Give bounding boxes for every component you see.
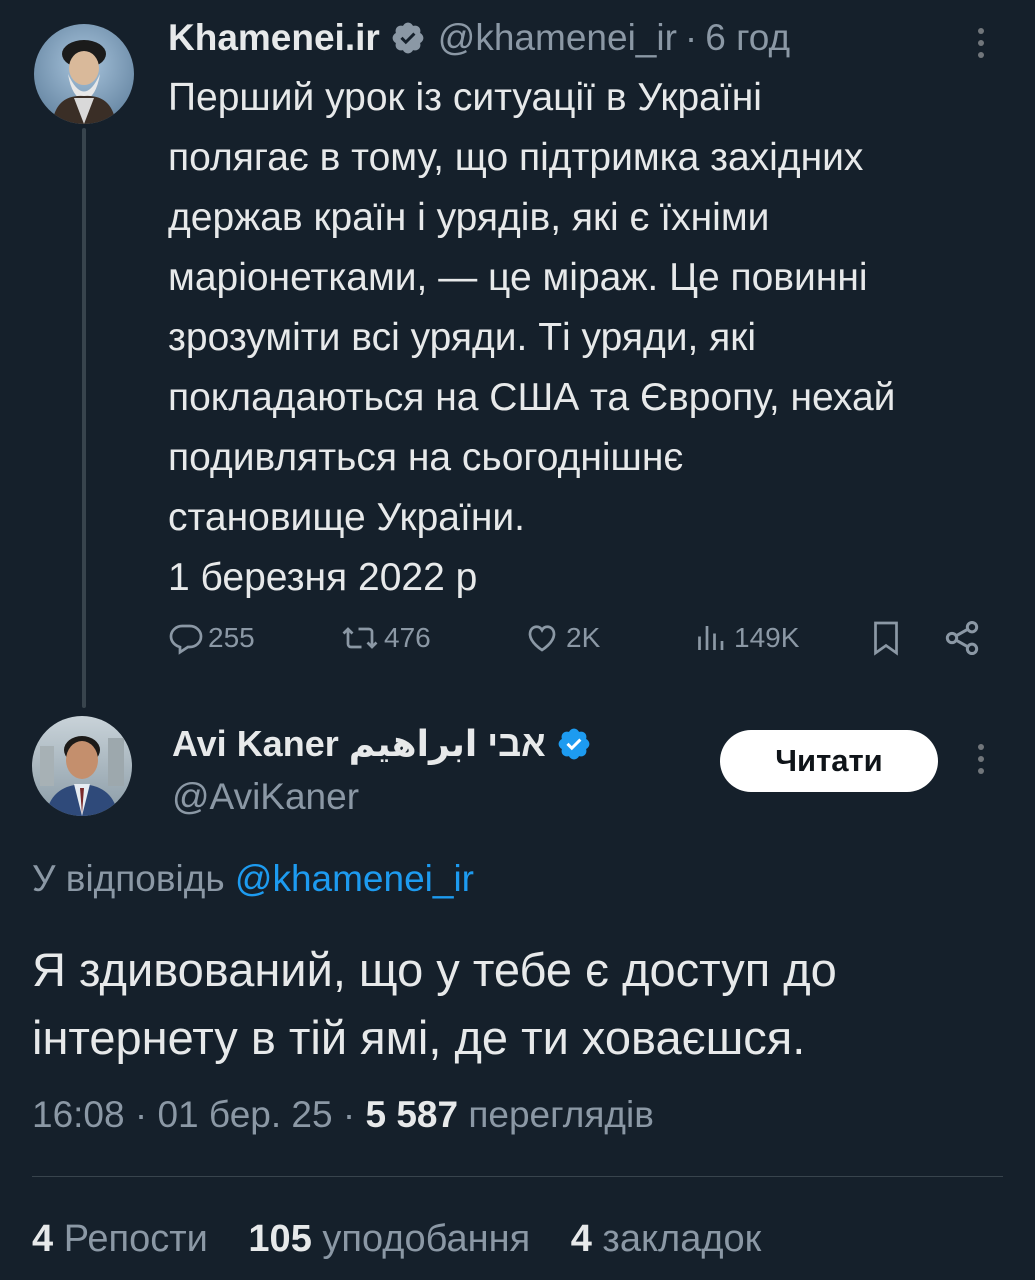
- quoted-time[interactable]: 6 год: [705, 17, 790, 59]
- reply-tweet-body: Я здивований, що у тебе є доступ до інте…: [32, 936, 1012, 1072]
- more-options-icon-quoted[interactable]: [978, 28, 984, 58]
- views-action[interactable]: 149K: [690, 618, 799, 658]
- reply-tweet-header: Avi Kaner אבי ابراهيم: [172, 720, 604, 768]
- avatar-khamenei[interactable]: [34, 24, 134, 124]
- like-count: 2K: [566, 622, 601, 653]
- like-action[interactable]: 2K: [522, 618, 600, 658]
- quoted-text-line: Перший урок із ситуації в Україні: [168, 76, 762, 119]
- quoted-text-line: зрозуміти всі уряди. Ті уряди, які: [168, 316, 757, 359]
- meta-separator: ·: [342, 1094, 356, 1135]
- divider: [32, 1176, 1003, 1177]
- header-separator: ·: [684, 17, 698, 58]
- quoted-text-line: подивляться на сьогоднішнє: [168, 436, 684, 479]
- repost-action[interactable]: 476: [340, 618, 431, 658]
- reply-views-label: переглядів: [468, 1094, 654, 1135]
- thread-connector-line: [82, 128, 86, 708]
- heart-icon: [528, 625, 556, 652]
- more-options-icon-reply[interactable]: [978, 744, 984, 774]
- reposts-stat-count: 4: [32, 1218, 54, 1260]
- reply-handle[interactable]: @AviKaner: [172, 776, 359, 818]
- quoted-text-line: держав країн і урядів, які є їхніми: [168, 196, 770, 239]
- reposts-stat-label: Репости: [63, 1218, 208, 1260]
- reply-date[interactable]: 01 бер. 25: [157, 1094, 332, 1135]
- likes-stat-label: уподобання: [322, 1218, 531, 1260]
- quoted-tweet-header: Khamenei.ir @khamenei_ir · 6 год: [168, 14, 790, 62]
- bookmarks-stat-count: 4: [570, 1218, 592, 1260]
- engagement-stats: 4 Репости 105 уподобання 4 закладок: [32, 1218, 761, 1261]
- avatar-avi-kaner-image: [32, 716, 132, 816]
- reply-text-line: Я здивований, що у тебе є доступ до: [32, 943, 837, 996]
- views-chart-icon: [698, 626, 724, 650]
- quoted-date-line: 1 березня 2022 р: [168, 556, 478, 599]
- quoted-tweet-body: Перший урок із ситуації в Україні поляга…: [168, 68, 1018, 608]
- views-count: 149K: [734, 622, 800, 653]
- bookmarks-stat-label: закладок: [602, 1218, 762, 1260]
- bookmark-icon[interactable]: [868, 618, 904, 663]
- reply-icon: [169, 624, 203, 655]
- reply-views-count: 5 587: [365, 1094, 459, 1135]
- follow-button[interactable]: Читати: [720, 730, 938, 792]
- quoted-author-name[interactable]: Khamenei.ir: [168, 17, 380, 59]
- avatar-avi-kaner[interactable]: [32, 716, 132, 816]
- quoted-text-line: маріонетками, — це міраж. Це повинні: [168, 256, 868, 299]
- reply-meta-line: 16:08 · 01 бер. 25 · 5 587 переглядів: [32, 1094, 654, 1136]
- reposts-stat[interactable]: 4 Репости: [32, 1218, 208, 1260]
- reply-time[interactable]: 16:08: [32, 1094, 125, 1135]
- quoted-text-line: становище України.: [168, 496, 525, 539]
- meta-separator: ·: [134, 1094, 148, 1135]
- quoted-text-line: покладаються на США та Європу, нехай: [168, 376, 896, 419]
- reply-count: 255: [208, 622, 255, 653]
- reply-to-prefix: У відповідь: [32, 858, 225, 899]
- bookmarks-stat[interactable]: 4 закладок: [571, 1218, 762, 1260]
- verified-badge-blue-icon: [558, 728, 590, 760]
- quoted-text-line: полягає в тому, що підтримка західних: [168, 136, 864, 179]
- likes-stat[interactable]: 105 уподобання: [248, 1218, 530, 1260]
- share-icon[interactable]: [942, 618, 982, 663]
- reply-to-line: У відповідь @khamenei_ir: [32, 858, 474, 900]
- likes-stat-count: 105: [248, 1218, 312, 1260]
- repost-count: 476: [384, 622, 431, 653]
- reply-action[interactable]: 255: [168, 618, 255, 658]
- quoted-handle[interactable]: @khamenei_ir: [438, 17, 677, 59]
- verified-badge-grey-icon: [392, 22, 424, 54]
- reply-to-handle-link[interactable]: @khamenei_ir: [235, 858, 474, 899]
- repost-icon: [342, 627, 378, 649]
- reply-author-name[interactable]: Avi Kaner אבי ابراهيم: [172, 723, 546, 765]
- reply-text-line: інтернету в тій ямі, де ти ховаєшся.: [32, 1011, 806, 1064]
- avatar-khamenei-image: [34, 24, 134, 124]
